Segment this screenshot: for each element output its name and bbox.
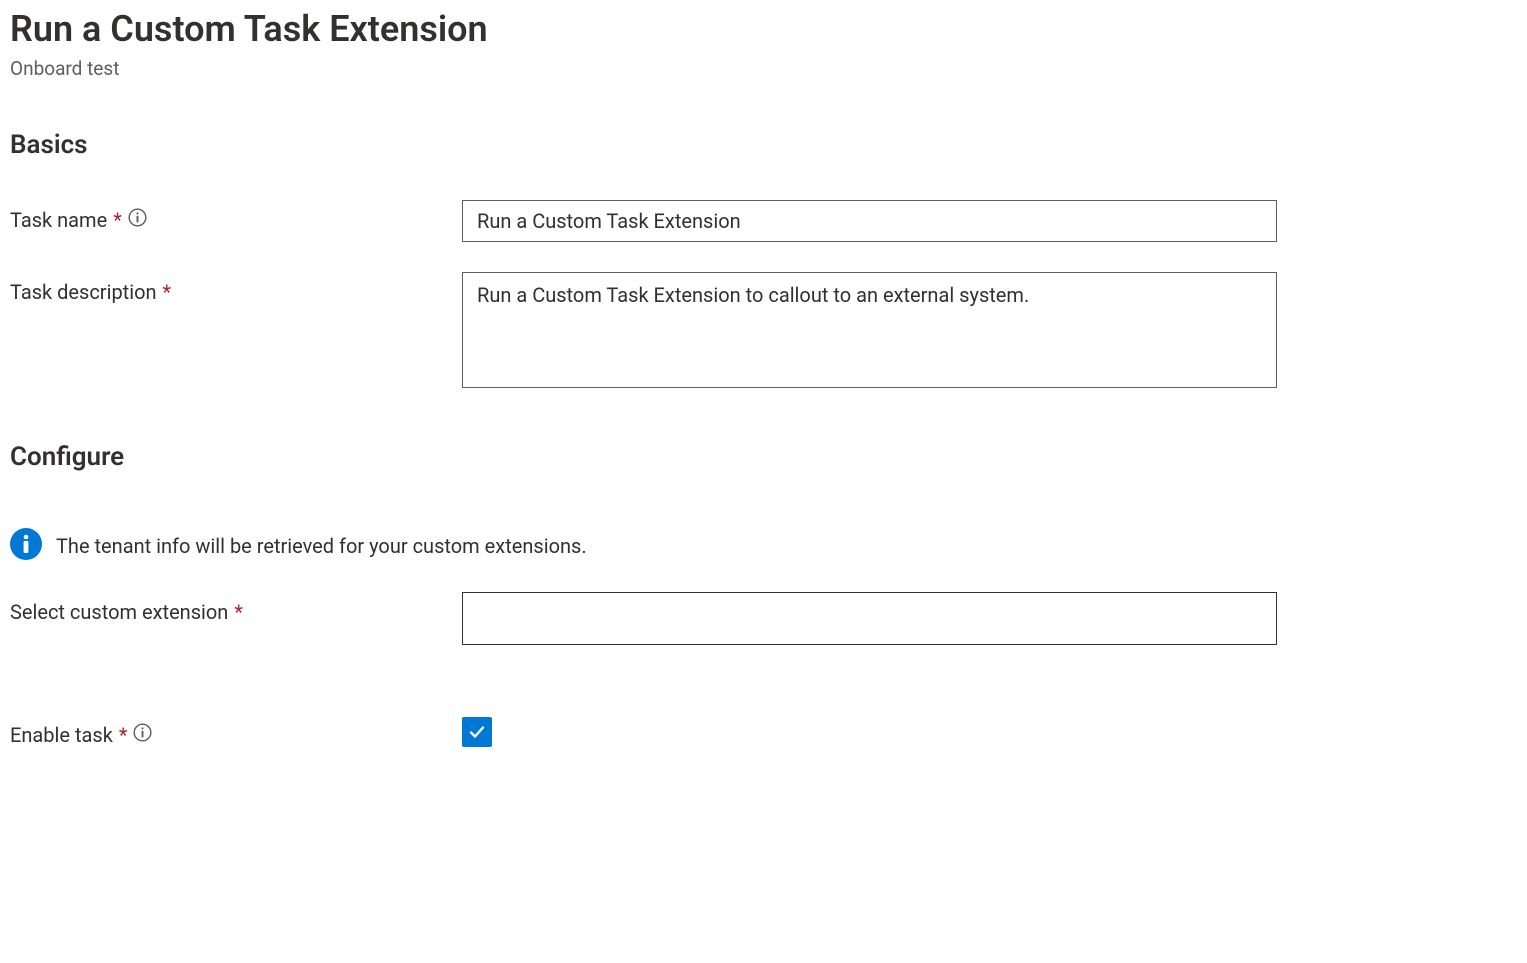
check-icon	[467, 722, 487, 742]
required-marker: *	[119, 723, 128, 747]
info-icon[interactable]	[133, 723, 152, 746]
info-icon[interactable]	[128, 208, 147, 231]
enable-task-checkbox[interactable]	[462, 717, 492, 747]
task-name-label: Task name	[10, 208, 107, 232]
enable-task-label: Enable task	[10, 723, 113, 747]
tenant-info-text: The tenant info will be retrieved for yo…	[56, 534, 587, 558]
required-marker: *	[234, 600, 243, 624]
configure-heading: Configure	[10, 442, 1517, 472]
page-subtitle: Onboard test	[10, 57, 1517, 80]
task-description-label: Task description	[10, 280, 157, 304]
select-extension-label: Select custom extension	[10, 600, 228, 624]
select-extension-input[interactable]	[462, 592, 1277, 645]
task-description-input[interactable]	[462, 272, 1277, 388]
info-icon	[10, 528, 42, 564]
basics-heading: Basics	[10, 130, 1517, 160]
required-marker: *	[163, 280, 172, 304]
task-name-input[interactable]	[462, 200, 1277, 242]
required-marker: *	[113, 208, 122, 232]
page-title: Run a Custom Task Extension	[10, 6, 1517, 53]
